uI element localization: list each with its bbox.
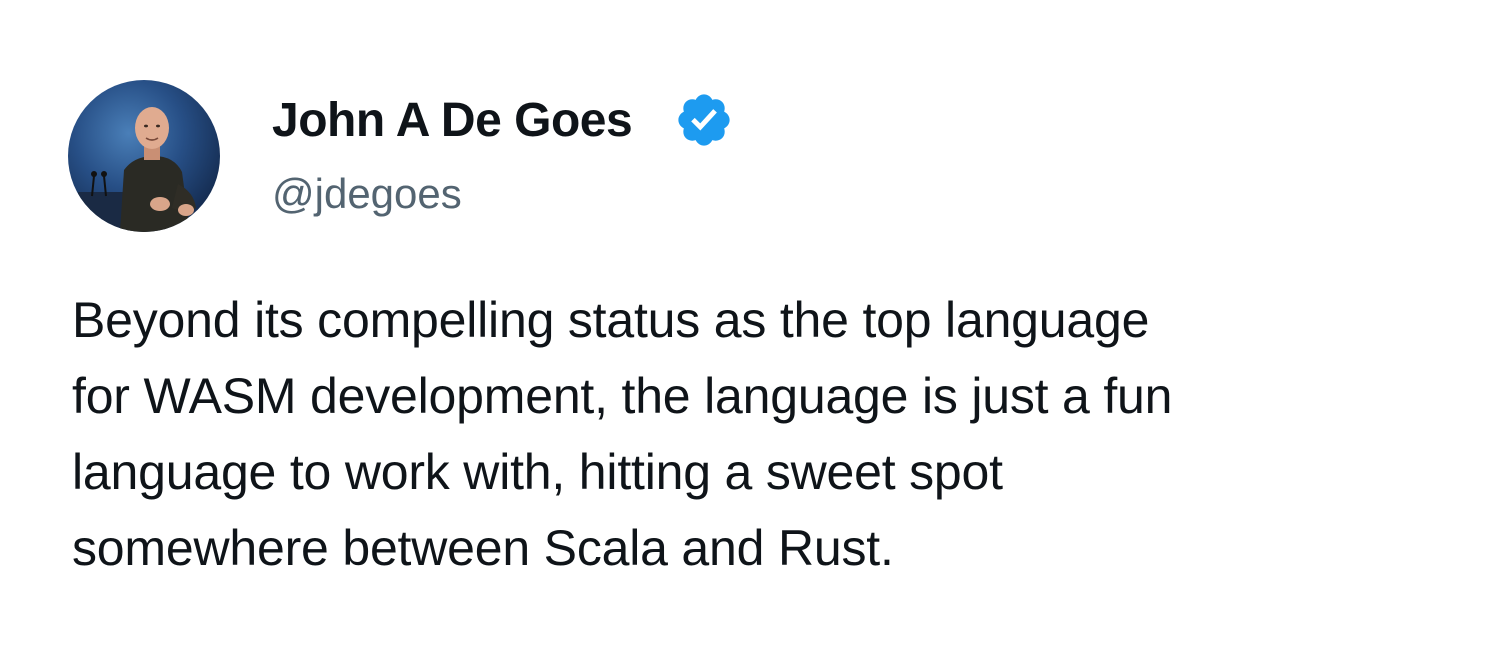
avatar[interactable] [68,80,220,232]
tweet-text: Beyond its compelling status as the top … [72,282,1412,586]
tweet-text-line: language to work with, hitting a sweet s… [72,444,1003,500]
tweet-text-line: somewhere between Scala and Rust. [72,520,894,576]
tweet-card: John A De Goes @jdegoes Beyond its compe… [0,0,1488,660]
display-name[interactable]: John A De Goes [272,93,633,148]
avatar-image [68,80,220,232]
user-handle[interactable]: @jdegoes [272,170,462,218]
tweet-text-line: for WASM development, the language is ju… [72,368,1173,424]
tweet-text-line: Beyond its compelling status as the top … [72,292,1150,348]
verified-badge-icon [674,90,734,150]
display-name-row: John A De Goes [272,88,734,152]
